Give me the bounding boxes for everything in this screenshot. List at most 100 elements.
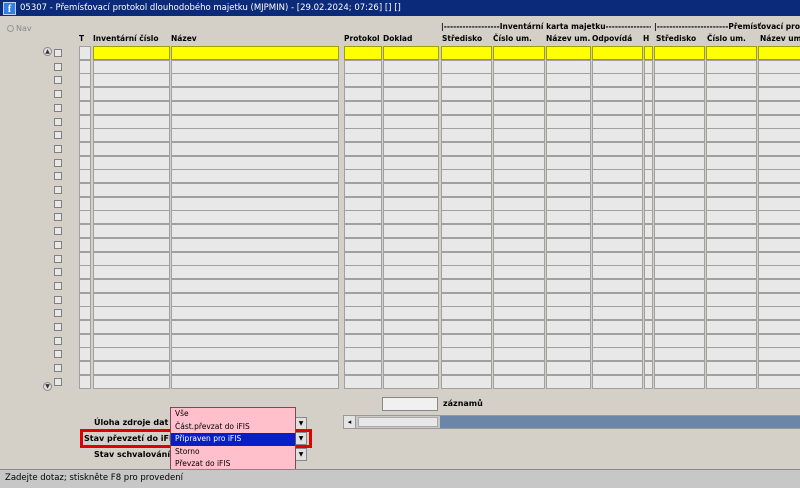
scroll-down-icon[interactable]: ▼ — [43, 382, 52, 391]
cell-stredisko[interactable] — [441, 361, 492, 376]
row-checkbox[interactable] — [54, 309, 62, 318]
cell-odpovida[interactable] — [592, 210, 643, 225]
cell-nazev-um[interactable] — [546, 374, 591, 389]
cell-nazev[interactable] — [171, 141, 339, 156]
cell-doklad[interactable] — [383, 251, 439, 266]
row-checkbox[interactable] — [54, 268, 62, 277]
cell-stredisko[interactable] — [441, 210, 492, 225]
cell-inventarni-cislo[interactable] — [93, 141, 170, 156]
cell-inventarni-cislo[interactable] — [93, 292, 170, 307]
cell-cislo-um[interactable] — [493, 361, 545, 376]
cell-stredisko[interactable] — [441, 224, 492, 239]
cell-doklad[interactable] — [383, 87, 439, 102]
cell-nazev-um[interactable] — [546, 210, 591, 225]
cell-h[interactable] — [644, 46, 653, 60]
row-checkbox[interactable] — [54, 76, 62, 85]
cell-odpovida[interactable] — [592, 128, 643, 143]
cell-stredisko[interactable] — [441, 320, 492, 334]
table-row[interactable] — [42, 87, 800, 102]
cell-nazev[interactable] — [171, 100, 339, 115]
cell-doklad[interactable] — [383, 347, 439, 362]
cell-doklad[interactable] — [383, 183, 439, 197]
cell-stredisko-protokol[interactable] — [654, 361, 705, 376]
cell-nazev[interactable] — [171, 196, 339, 211]
cell-nazev-um[interactable] — [546, 46, 591, 60]
cell-protokol[interactable] — [344, 100, 382, 115]
cell-nazev-um-protokol[interactable] — [758, 128, 800, 143]
cell-h[interactable] — [644, 278, 653, 293]
cell-cislo-um-protokol[interactable] — [706, 183, 757, 197]
cell-nazev[interactable] — [171, 237, 339, 252]
cell-stredisko[interactable] — [441, 46, 492, 60]
cell-h[interactable] — [644, 251, 653, 266]
cell-doklad[interactable] — [383, 224, 439, 239]
table-row[interactable] — [42, 333, 800, 348]
cell-cislo-um-protokol[interactable] — [706, 320, 757, 334]
cell-cislo-um[interactable] — [493, 237, 545, 252]
cell-doklad[interactable] — [383, 237, 439, 252]
cell-nazev-um[interactable] — [546, 278, 591, 293]
cell-nazev-um-protokol[interactable] — [758, 59, 800, 74]
cell-protokol[interactable] — [344, 333, 382, 348]
cell-protokol[interactable] — [344, 374, 382, 389]
cell-t[interactable] — [79, 333, 91, 348]
row-checkbox[interactable] — [54, 254, 62, 263]
dropdown-option[interactable]: Část.převzat do iFIS — [171, 421, 295, 434]
cell-inventarni-cislo[interactable] — [93, 210, 170, 225]
cell-odpovida[interactable] — [592, 333, 643, 348]
cell-protokol[interactable] — [344, 183, 382, 197]
cell-nazev-um-protokol[interactable] — [758, 169, 800, 184]
cell-stredisko-protokol[interactable] — [654, 114, 705, 129]
table-row[interactable] — [42, 306, 800, 321]
table-row[interactable] — [42, 155, 800, 170]
cell-cislo-um[interactable] — [493, 87, 545, 102]
cell-cislo-um-protokol[interactable] — [706, 306, 757, 321]
cell-cislo-um-protokol[interactable] — [706, 59, 757, 74]
cell-protokol[interactable] — [344, 59, 382, 74]
vertical-scrollbar[interactable]: ▲ ▼ — [43, 47, 52, 391]
cell-cislo-um-protokol[interactable] — [706, 100, 757, 115]
cell-t[interactable] — [79, 196, 91, 211]
row-checkbox[interactable] — [54, 158, 62, 167]
cell-stredisko-protokol[interactable] — [654, 320, 705, 334]
cell-cislo-um[interactable] — [493, 59, 545, 74]
cell-h[interactable] — [644, 141, 653, 156]
cell-odpovida[interactable] — [592, 196, 643, 211]
table-row[interactable] — [42, 100, 800, 115]
cell-stredisko-protokol[interactable] — [654, 265, 705, 280]
row-checkbox[interactable] — [54, 49, 62, 57]
cell-odpovida[interactable] — [592, 278, 643, 293]
dropdown-option[interactable]: Storno — [171, 446, 295, 459]
table-row[interactable] — [42, 128, 800, 143]
cell-odpovida[interactable] — [592, 155, 643, 170]
cell-h[interactable] — [644, 320, 653, 334]
cell-nazev[interactable] — [171, 155, 339, 170]
cell-stredisko[interactable] — [441, 306, 492, 321]
scroll-track[interactable] — [44, 57, 51, 381]
cell-h[interactable] — [644, 100, 653, 115]
cell-h[interactable] — [644, 169, 653, 184]
cell-h[interactable] — [644, 333, 653, 348]
cell-nazev[interactable] — [171, 306, 339, 321]
cell-doklad[interactable] — [383, 278, 439, 293]
cell-inventarni-cislo[interactable] — [93, 306, 170, 321]
cell-odpovida[interactable] — [592, 100, 643, 115]
cell-nazev-um[interactable] — [546, 73, 591, 88]
cell-odpovida[interactable] — [592, 114, 643, 129]
chevron-down-icon[interactable]: ▼ — [295, 418, 306, 429]
cell-protokol[interactable] — [344, 224, 382, 239]
cell-doklad[interactable] — [383, 169, 439, 184]
cell-nazev-um[interactable] — [546, 292, 591, 307]
cell-doklad[interactable] — [383, 361, 439, 376]
cell-inventarni-cislo[interactable] — [93, 251, 170, 266]
horizontal-scroll-track[interactable] — [440, 416, 800, 428]
cell-inventarni-cislo[interactable] — [93, 46, 170, 60]
cell-protokol[interactable] — [344, 306, 382, 321]
cell-doklad[interactable] — [383, 265, 439, 280]
cell-h[interactable] — [644, 361, 653, 376]
cell-stredisko[interactable] — [441, 183, 492, 197]
cell-cislo-um[interactable] — [493, 196, 545, 211]
cell-odpovida[interactable] — [592, 292, 643, 307]
cell-odpovida[interactable] — [592, 224, 643, 239]
cell-cislo-um[interactable] — [493, 155, 545, 170]
